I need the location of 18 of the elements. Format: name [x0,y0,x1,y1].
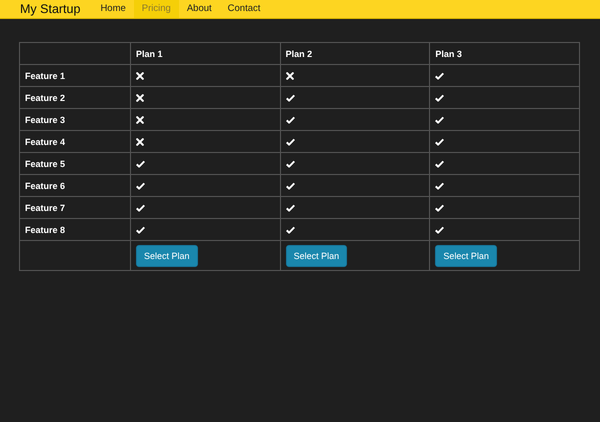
nav-link[interactable]: Contact [220,0,268,18]
row-header: Feature 4 [20,130,130,152]
row-header: Feature 3 [20,108,130,130]
nav-link[interactable]: Home [92,0,134,18]
brand-link[interactable]: My Startup [20,0,80,18]
nav-link[interactable]: About [178,0,220,18]
row-header: Feature 6 [20,174,130,196]
select-plan-button[interactable]: Select Plan [435,244,497,266]
row-header: Feature 8 [20,218,130,240]
select-plan-button[interactable]: Select Plan [286,244,348,266]
column-header: Plan 1 [130,42,280,64]
select-plan-button[interactable]: Select Plan [136,244,198,266]
row-header: Feature 7 [20,196,130,218]
column-header: Plan 3 [430,42,580,64]
row-header: Feature 5 [20,152,130,174]
row-header: Feature 1 [20,64,130,86]
row-header: Feature 2 [20,86,130,108]
column-header: Plan 2 [280,42,430,64]
